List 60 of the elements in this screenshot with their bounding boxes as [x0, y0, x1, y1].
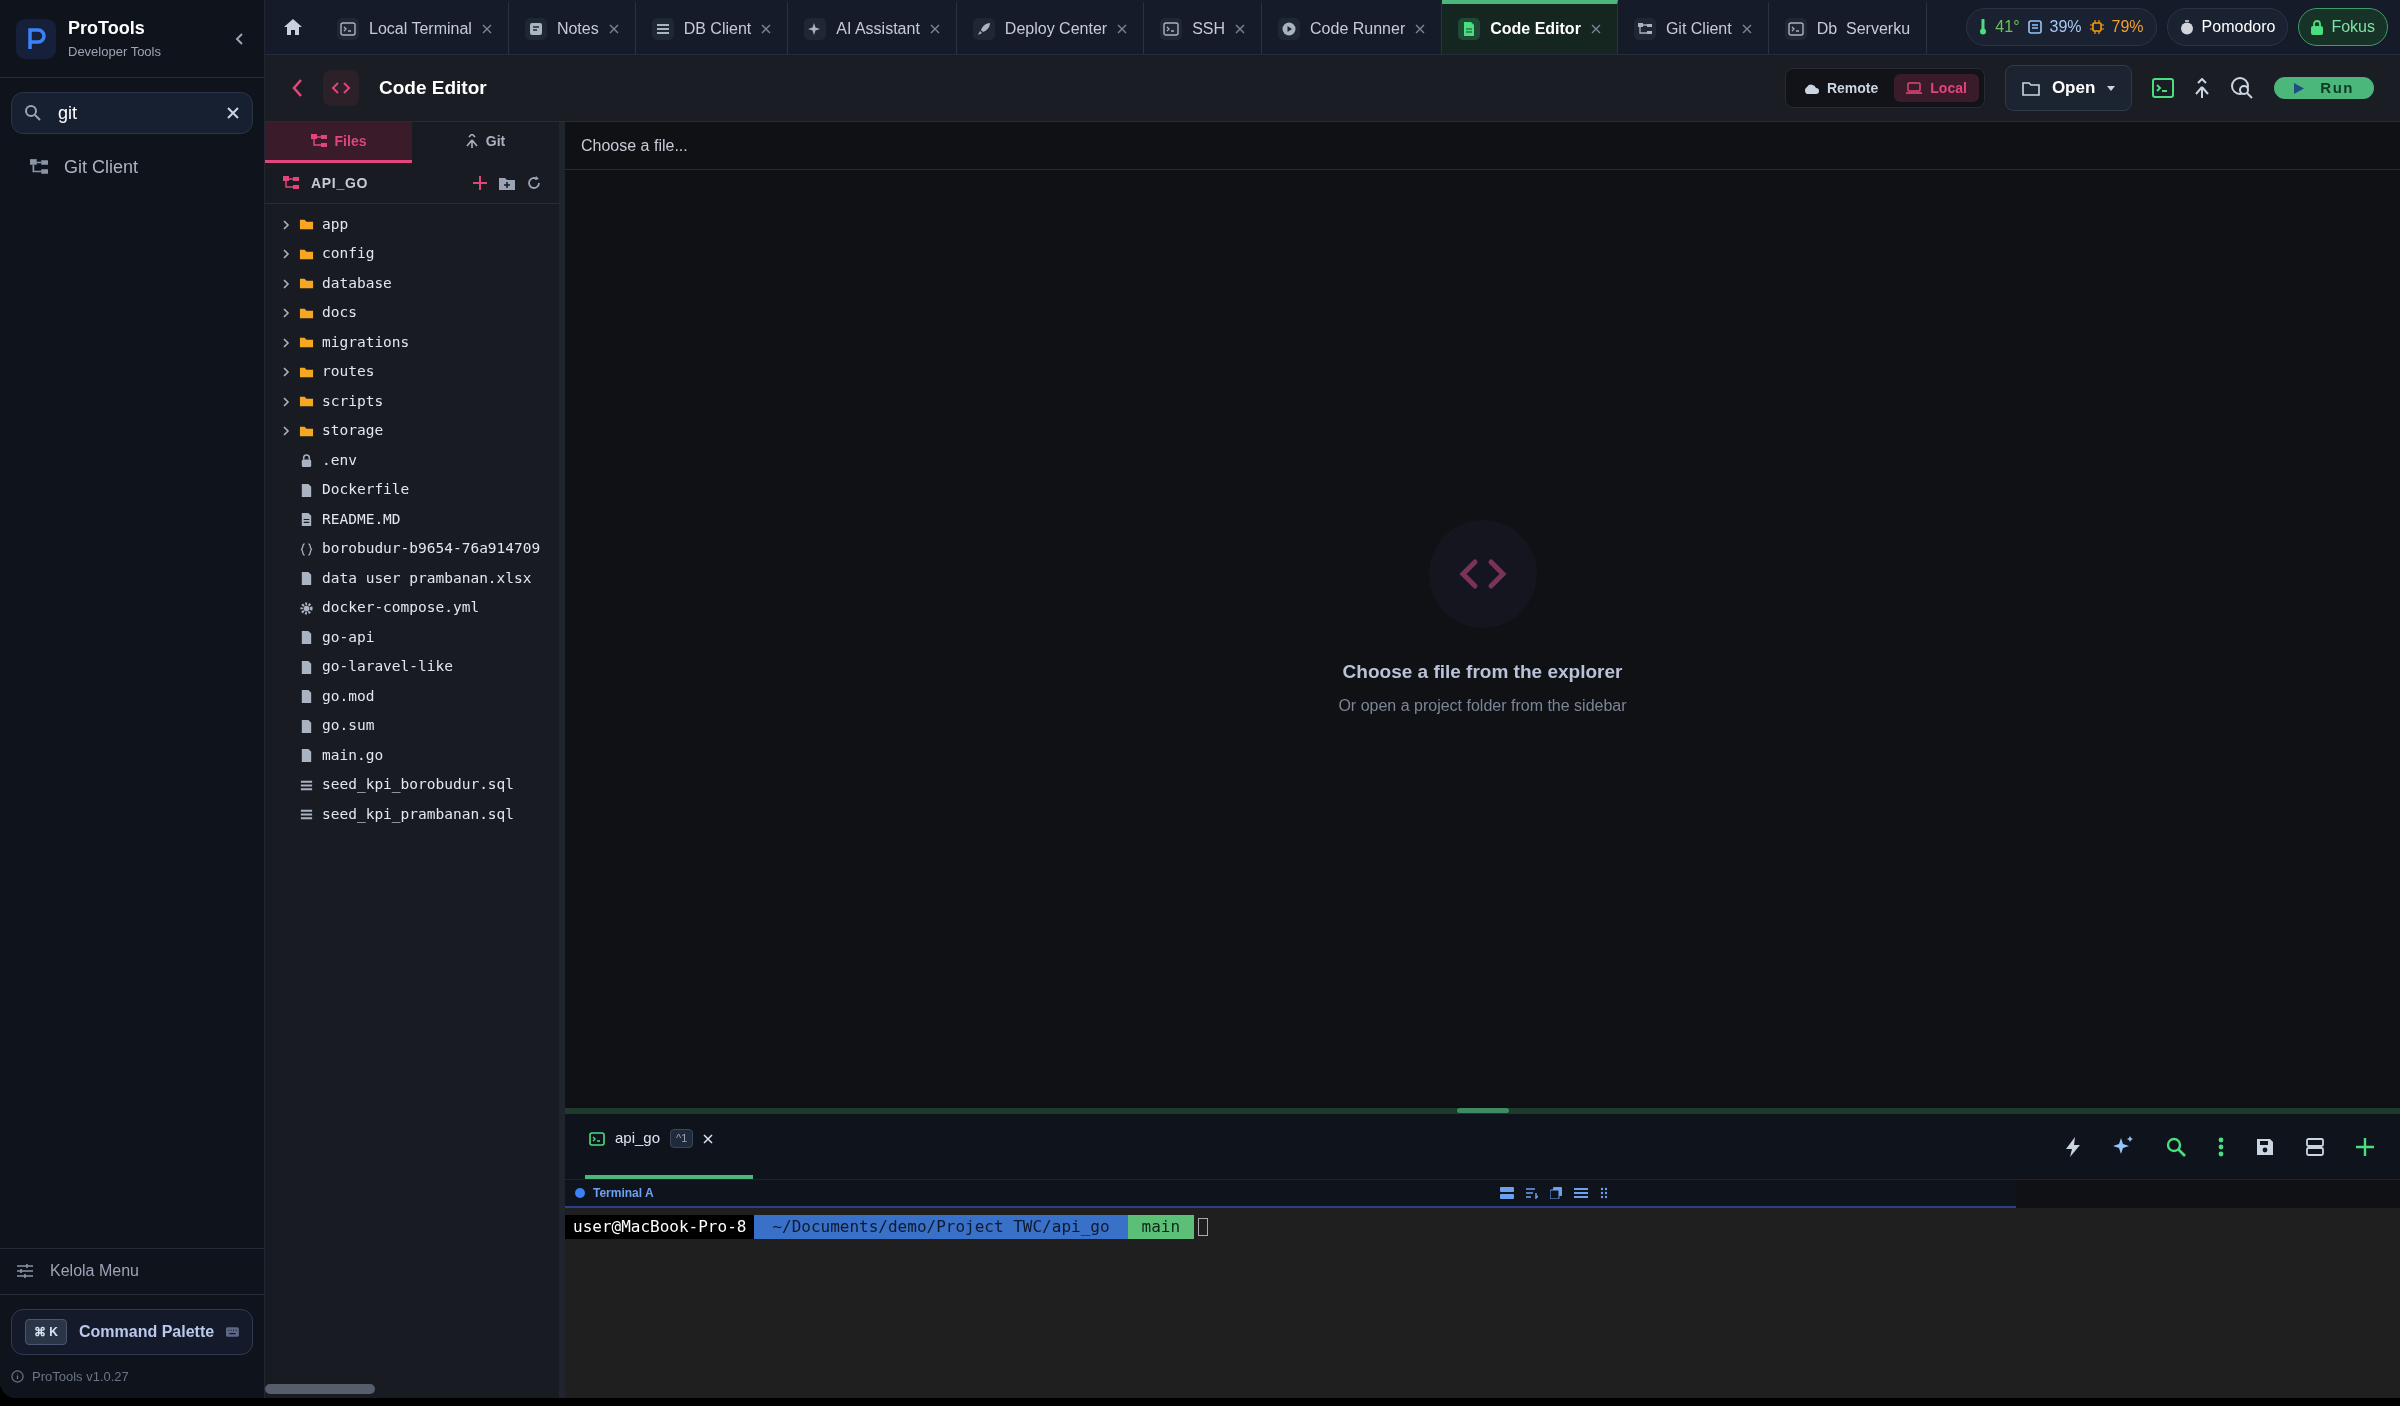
file-tree-item[interactable]: seed_kpi_prambanan.sql — [265, 800, 559, 830]
open-button[interactable]: Open — [2004, 65, 2133, 111]
app-tab[interactable]: Db Serverku — [1768, 0, 1928, 54]
explorer-tab[interactable]: Git — [412, 122, 559, 163]
file-tree-item[interactable]: borobudur-b9654-76a914709 — [265, 534, 559, 564]
app-name: ProTools — [68, 17, 146, 41]
cpu-reading: 79% — [2111, 17, 2144, 37]
file-tree-item[interactable]: seed_kpi_borobudur.sql — [265, 770, 559, 800]
sidebar-item[interactable]: Git Client — [8, 146, 256, 188]
file-tree-item[interactable]: data user prambanan.xlsx — [265, 564, 559, 594]
mode-tab[interactable]: Local — [1894, 74, 1979, 102]
version-label: ProTools v1.0.27 — [32, 1367, 129, 1386]
pomodoro-button[interactable]: Pomodoro — [2166, 8, 2289, 46]
file-tree-item[interactable]: docs — [265, 298, 559, 328]
prompt-path: ~/Documents/demo/Project TWC/api_go — [754, 1215, 1128, 1239]
app-tab[interactable]: Code Runner — [1262, 0, 1443, 54]
memory-reading: 39% — [2049, 17, 2082, 37]
file-tree-item[interactable]: routes — [265, 357, 559, 387]
app-tab[interactable]: Local Terminal — [321, 0, 509, 54]
file-tree-item[interactable]: app — [265, 210, 559, 240]
file-tree-item[interactable]: go-laravel-like — [265, 652, 559, 682]
file-tree-item[interactable]: config — [265, 239, 559, 269]
focus-button[interactable]: Fokus — [2298, 8, 2388, 46]
temperature-reading: 41° — [1995, 17, 2020, 37]
manage-menu-link[interactable]: Kelola Menu — [50, 1259, 139, 1283]
prompt-user: user@MacBook-Pro-8 — [565, 1215, 755, 1239]
app-tab[interactable]: Deploy Center — [956, 0, 1145, 54]
app-subtitle: Developer Tools — [68, 43, 162, 62]
run-button[interactable]: Run — [2274, 77, 2374, 99]
file-tree-item[interactable]: main.go — [265, 741, 559, 771]
prompt-branch: main — [1127, 1215, 1195, 1239]
file-tree-item[interactable]: go.mod — [265, 682, 559, 712]
file-tree-item[interactable]: .env — [265, 446, 559, 476]
shortcut-badge: ^1 — [670, 1129, 694, 1148]
file-tree-item[interactable]: Dockerfile — [265, 475, 559, 505]
file-tree-item[interactable]: go.sum — [265, 711, 559, 741]
app-tab[interactable]: DB Client — [635, 0, 789, 54]
page-title: Code Editor — [379, 75, 488, 100]
mode-tab[interactable]: Remote — [1790, 74, 1891, 102]
app-tab[interactable]: Code Editor — [1442, 0, 1618, 54]
file-path-field[interactable]: Choose a file... — [581, 133, 688, 158]
file-tree-item[interactable]: database — [265, 269, 559, 299]
app-tab[interactable]: SSH — [1144, 0, 1263, 54]
shortcut-key: ⌘ K — [25, 1318, 67, 1345]
file-tree-item[interactable]: migrations — [265, 328, 559, 358]
app-tab[interactable]: Notes — [508, 0, 636, 54]
file-tree-item[interactable]: storage — [265, 416, 559, 446]
command-palette-button[interactable]: ⌘ K Command Palette — [11, 1308, 253, 1355]
app-tab[interactable]: Git Client — [1617, 0, 1769, 54]
file-tree-item[interactable]: docker-compose.yml — [265, 593, 559, 623]
file-tree-item[interactable]: go-api — [265, 623, 559, 653]
explorer-tab[interactable]: Files — [265, 122, 412, 163]
empty-state-title: Choose a file from the explorer — [1342, 659, 1623, 684]
file-tree-item[interactable]: scripts — [265, 387, 559, 417]
file-tree-item[interactable]: README.MD — [265, 505, 559, 535]
app-tab[interactable]: AI Assistant — [788, 0, 957, 54]
empty-state-subtitle: Or open a project folder from the sidebar — [1338, 696, 1627, 717]
session-label: Terminal A — [593, 1185, 655, 1202]
search-field[interactable]: git — [11, 92, 253, 134]
project-name: API_GO — [311, 173, 370, 193]
